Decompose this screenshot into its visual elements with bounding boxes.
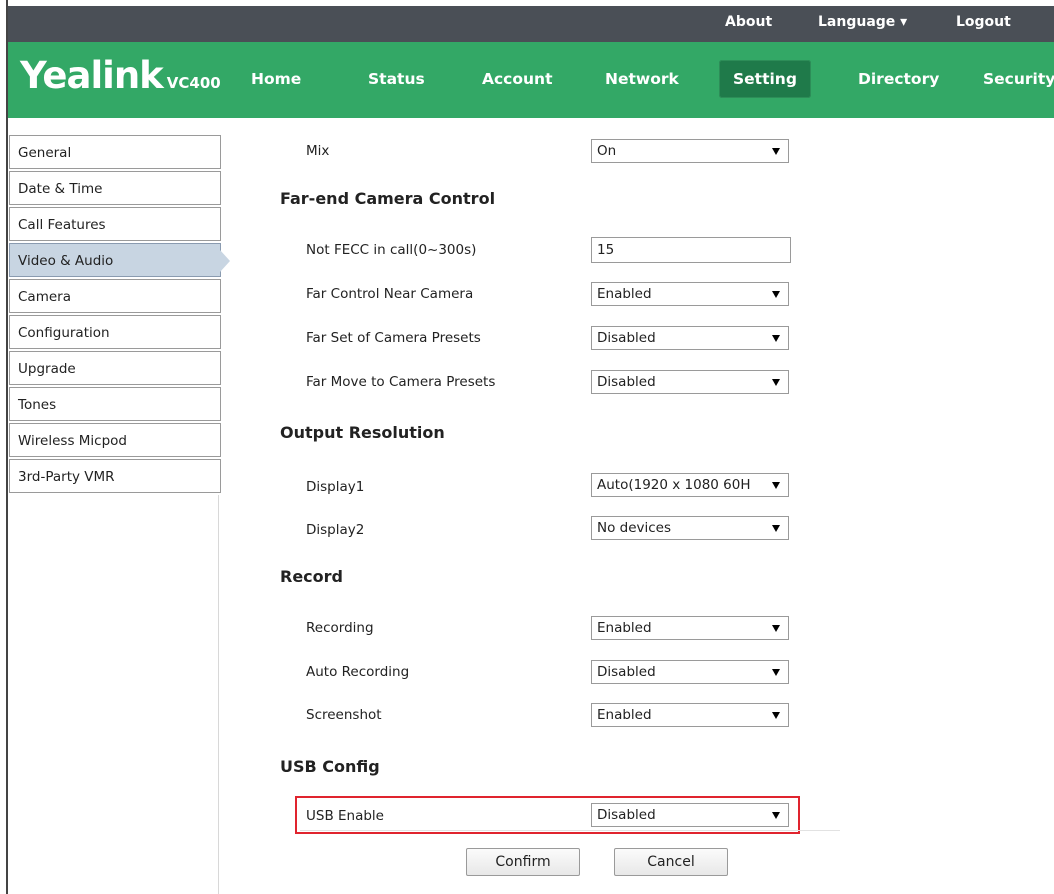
dropdown-arrow-icon bbox=[772, 482, 780, 489]
recording-select[interactable]: Enabled bbox=[591, 616, 789, 640]
sidebar-item-tones[interactable]: Tones bbox=[9, 387, 221, 421]
nav-account[interactable]: Account bbox=[482, 60, 553, 98]
sidebar-item-configuration[interactable]: Configuration bbox=[9, 315, 221, 349]
mix-label: Mix bbox=[306, 143, 330, 159]
nav-setting[interactable]: Setting bbox=[719, 60, 811, 98]
usb-enable-label: USB Enable bbox=[306, 808, 384, 824]
nav-directory[interactable]: Directory bbox=[858, 60, 939, 98]
dropdown-arrow-icon bbox=[772, 148, 780, 155]
dropdown-arrow-icon bbox=[772, 335, 780, 342]
logout-link[interactable]: Logout bbox=[956, 14, 1011, 30]
nav-status[interactable]: Status bbox=[368, 60, 425, 98]
far-control-select[interactable]: Enabled bbox=[591, 282, 789, 306]
display2-label: Display2 bbox=[306, 522, 365, 538]
sidebar-item-general[interactable]: General bbox=[9, 135, 221, 169]
about-link[interactable]: About bbox=[725, 14, 772, 30]
mix-select[interactable]: On bbox=[591, 139, 789, 163]
top-bar: About Language ▾ Logout bbox=[8, 6, 1054, 42]
not-fecc-label: Not FECC in call(0~300s) bbox=[306, 242, 477, 258]
recording-label: Recording bbox=[306, 620, 374, 636]
display2-select[interactable]: No devices bbox=[591, 516, 789, 540]
sidebar-item-3rd-party-vmr[interactable]: 3rd-Party VMR bbox=[9, 459, 221, 493]
section-far-end-camera-control: Far-end Camera Control bbox=[280, 189, 496, 208]
section-record: Record bbox=[280, 567, 343, 586]
auto-recording-label: Auto Recording bbox=[306, 664, 410, 680]
usb-enable-value: Disabled bbox=[597, 807, 656, 823]
far-set-select[interactable]: Disabled bbox=[591, 326, 789, 350]
display2-value: No devices bbox=[597, 520, 672, 536]
dropdown-arrow-icon bbox=[772, 291, 780, 298]
far-set-value: Disabled bbox=[597, 330, 656, 346]
screenshot-value: Enabled bbox=[597, 707, 652, 723]
dropdown-arrow-icon bbox=[772, 812, 780, 819]
settings-sidebar: General Date & Time Call Features Video … bbox=[9, 135, 230, 495]
section-output-resolution: Output Resolution bbox=[280, 423, 445, 442]
dropdown-arrow-icon bbox=[772, 712, 780, 719]
display1-value: Auto(1920 x 1080 60H bbox=[597, 477, 751, 493]
yealink-logo: Yealink VC400 bbox=[20, 54, 221, 97]
not-fecc-input[interactable]: 15 bbox=[591, 237, 791, 263]
screenshot-label: Screenshot bbox=[306, 707, 382, 723]
nav-security[interactable]: Security bbox=[983, 60, 1054, 98]
row-divider bbox=[300, 830, 840, 831]
auto-recording-value: Disabled bbox=[597, 664, 656, 680]
screenshot-select[interactable]: Enabled bbox=[591, 703, 789, 727]
display1-label: Display1 bbox=[306, 479, 365, 495]
far-control-label: Far Control Near Camera bbox=[306, 286, 474, 302]
auto-recording-select[interactable]: Disabled bbox=[591, 660, 789, 684]
sidebar-item-call-features[interactable]: Call Features bbox=[9, 207, 221, 241]
sidebar-divider bbox=[218, 495, 219, 894]
recording-value: Enabled bbox=[597, 620, 652, 636]
far-control-value: Enabled bbox=[597, 286, 652, 302]
brand-name: Yealink bbox=[20, 54, 164, 97]
nav-network[interactable]: Network bbox=[605, 60, 679, 98]
mix-value: On bbox=[597, 143, 617, 159]
far-move-label: Far Move to Camera Presets bbox=[306, 374, 496, 390]
far-set-label: Far Set of Camera Presets bbox=[306, 330, 481, 346]
dropdown-arrow-icon bbox=[772, 669, 780, 676]
confirm-button[interactable]: Confirm bbox=[466, 848, 580, 876]
dropdown-arrow-icon bbox=[772, 525, 780, 532]
far-move-value: Disabled bbox=[597, 374, 656, 390]
sidebar-item-date-time[interactable]: Date & Time bbox=[9, 171, 221, 205]
language-menu[interactable]: Language ▾ bbox=[818, 14, 907, 30]
usb-enable-select[interactable]: Disabled bbox=[591, 803, 789, 827]
section-usb-config: USB Config bbox=[280, 757, 380, 776]
brand-model: VC400 bbox=[166, 74, 221, 92]
nav-home[interactable]: Home bbox=[251, 60, 301, 98]
sidebar-item-upgrade[interactable]: Upgrade bbox=[9, 351, 221, 385]
main-nav: Yealink VC400 Home Status Account Network… bbox=[8, 42, 1054, 118]
dropdown-arrow-icon bbox=[772, 379, 780, 386]
sidebar-item-wireless-micpod[interactable]: Wireless Micpod bbox=[9, 423, 221, 457]
display1-select[interactable]: Auto(1920 x 1080 60H bbox=[591, 473, 789, 497]
dropdown-arrow-icon bbox=[772, 625, 780, 632]
far-move-select[interactable]: Disabled bbox=[591, 370, 789, 394]
sidebar-item-camera[interactable]: Camera bbox=[9, 279, 221, 313]
cancel-button[interactable]: Cancel bbox=[614, 848, 728, 876]
sidebar-item-video-audio[interactable]: Video & Audio bbox=[9, 243, 230, 277]
